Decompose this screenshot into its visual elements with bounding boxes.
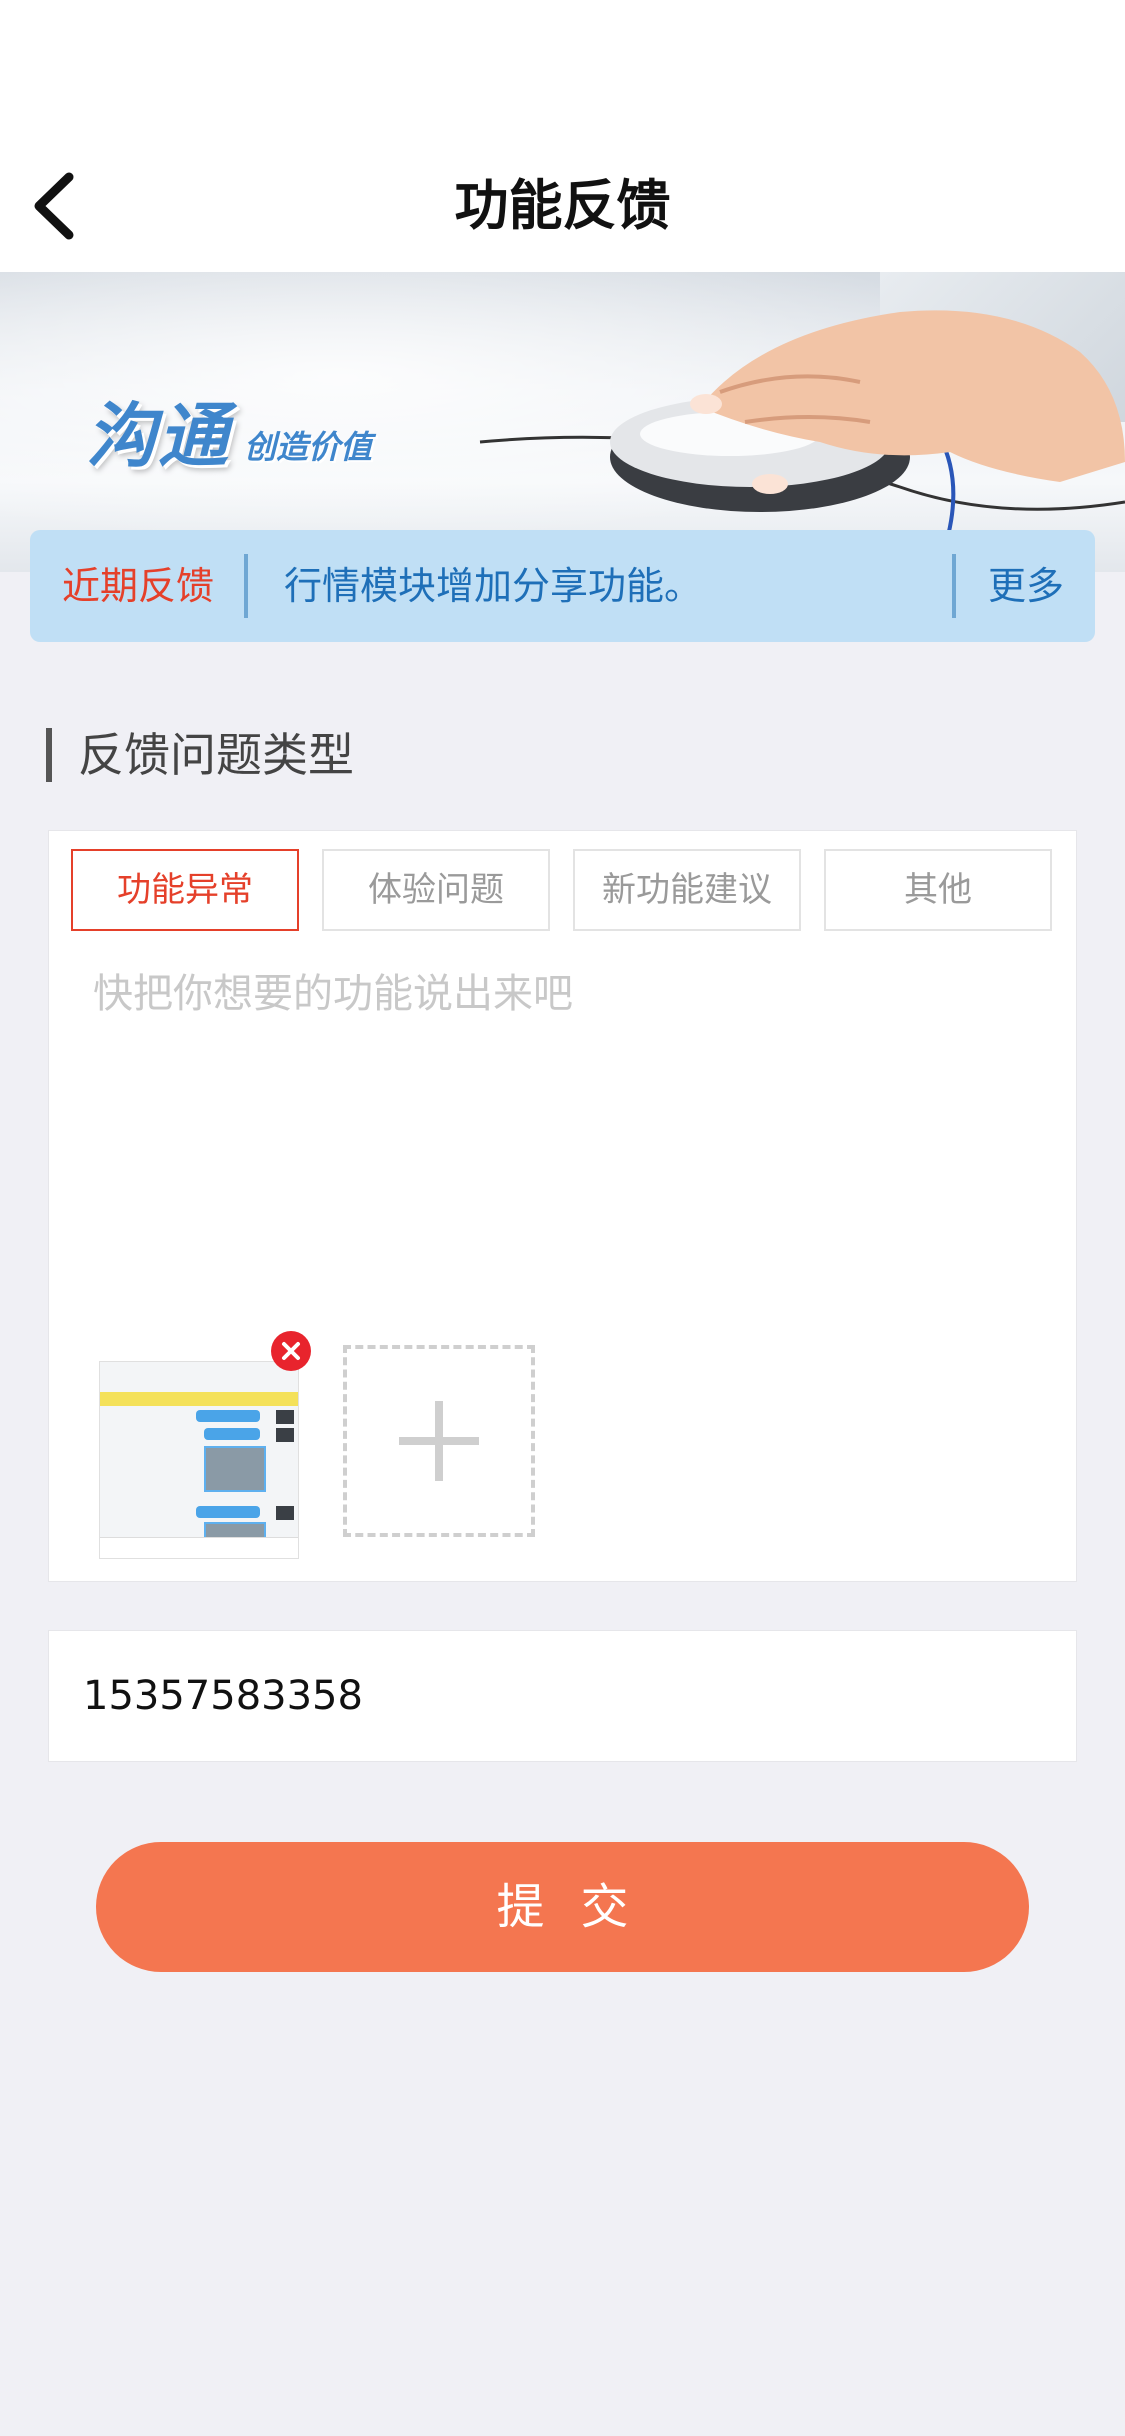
thumbnail-detail [100,1537,298,1558]
banner-image: 沟通 创造价值 [0,272,1125,572]
feedback-textarea[interactable] [93,961,1053,1141]
thumbnail-detail [204,1428,260,1440]
page-title: 功能反馈 [454,174,671,237]
divider [244,554,248,618]
banner-slogan-main: 沟通 [86,395,230,477]
attached-screenshot-thumbnail[interactable] [99,1361,299,1559]
status-bar [0,0,1125,140]
divider [952,554,956,618]
banner-slogan-sub: 创造价值 [244,428,373,466]
section-marker [46,728,52,782]
thumbnail-detail [204,1446,266,1492]
plus-icon [399,1401,479,1481]
remove-image-button[interactable] [271,1331,311,1371]
thumbnail-detail [196,1506,260,1518]
more-link[interactable]: 更多 [988,530,1064,642]
recent-feedback-text[interactable]: 行情模块增加分享功能。 [284,530,702,642]
thumbnail-detail [100,1392,298,1406]
section-title: 反馈问题类型 [78,728,354,782]
type-tag-other[interactable]: 其他 [824,849,1052,931]
type-tag-function-error[interactable]: 功能异常 [71,849,299,931]
submit-button[interactable]: 提交 [96,1842,1029,1972]
type-tag-new-feature[interactable]: 新功能建议 [573,849,801,931]
nav-bar: 功能反馈 [0,140,1125,272]
recent-feedback-label: 近期反馈 [62,564,215,608]
thumbnail-detail [276,1428,294,1442]
phone-field [48,1630,1077,1762]
type-tag-experience[interactable]: 体验问题 [322,849,550,931]
add-image-button[interactable] [343,1345,535,1537]
recent-feedback-bar: 近期反馈 行情模块增加分享功能。 更多 [30,530,1095,642]
feedback-card: 功能异常 体验问题 新功能建议 其他 [48,830,1077,1582]
thumbnail-detail [276,1410,294,1424]
phone-input[interactable] [83,1631,1033,1761]
thumbnail-detail [276,1506,294,1520]
close-icon [282,1342,300,1360]
thumbnail-detail [196,1410,260,1422]
